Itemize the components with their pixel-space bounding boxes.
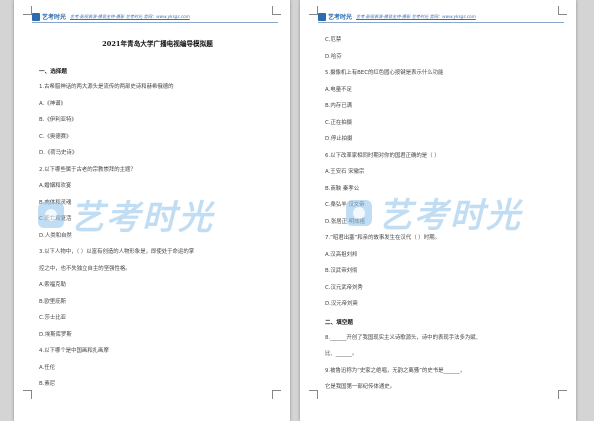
option-line: D.汉元帝刘奭 xyxy=(325,301,358,307)
page-content: C.厄禁 D.哈芬 5.摄像机上有BEC的红色圆心按键是表示什么功能 A.电量不… xyxy=(325,37,562,401)
option-line: C.《奥德赛》 xyxy=(39,133,72,140)
option-line: D.埃斯库罗斯 xyxy=(39,331,72,338)
option-line: B.素尼 xyxy=(39,381,56,387)
fill-question-line-continued: 它是我国第一部纪传体通史。 xyxy=(325,384,396,390)
fill-question-line-continued: 比、______。 xyxy=(325,351,358,357)
question-line: 3.以下人物中，（ ）以富有创造的人物形象是，即使处于命运的掌 xyxy=(39,249,195,255)
option-line: D.张居正 明成祖 xyxy=(325,218,365,225)
crop-mark-top-left xyxy=(309,6,318,15)
page-title: 2021年青岛大学广播电视编导模拟题 xyxy=(102,40,213,48)
option-line: B.《伊利亚特》 xyxy=(39,117,77,123)
option-line: C.死亡和复活 xyxy=(39,216,72,222)
option-line: A.索福克勒 xyxy=(39,282,66,288)
option-line: B.汉武帝刘彻 xyxy=(325,268,358,274)
option-line: D.人类和自然 xyxy=(39,232,72,239)
document-page-right: 艺考时光 艺考·影视表演·播音主持·摄影 艺考时光 官网：www.yksgs.c… xyxy=(300,0,576,421)
option-line: B.欧里庇斯 xyxy=(39,298,66,305)
document-page-left: 艺考时光 艺考·影视表演·播音主持·摄影 艺考时光 官网：www.yksgs.c… xyxy=(14,0,290,421)
option-line: B.内存已满 xyxy=(325,103,352,109)
header-logo-text: 艺考时光 xyxy=(328,14,353,21)
fill-question-line: 9.被鲁迅称为“史家之绝唱，无韵之离骚”的史书是______， xyxy=(325,367,466,374)
question-line: 2.以下哪些属于古老的宗教崇拜的主题？ xyxy=(39,166,136,173)
option-line: C.汉元武帝刘秀 xyxy=(325,284,363,291)
crop-mark-top-left xyxy=(23,6,32,15)
question-line: 5.摄像机上有BEC的红色圆心按键是表示什么功能 xyxy=(325,70,444,76)
header-info: 艺考·影视表演·播音主持·摄影 艺考时光 官网：www.yksgs.com xyxy=(70,13,190,19)
header-info: 艺考·影视表演·播音主持·摄影 艺考时光 官网：www.yksgs.com xyxy=(356,13,476,19)
option-line: A.汉高祖刘邦 xyxy=(325,251,358,258)
question-line: 7.“昭君出塞”和亲的故事发生在汉代（ ）时期。 xyxy=(325,235,440,241)
option-line: A.婚姻和欢宴 xyxy=(39,183,72,189)
page-header: 艺考时光 艺考·影视表演·播音主持·摄影 艺考时光 官网：www.yksgs.c… xyxy=(318,11,564,23)
option-line: C.厄禁 xyxy=(325,37,342,43)
section-heading: 二、填空题 xyxy=(325,319,353,326)
option-line: D.哈芬 xyxy=(325,53,342,60)
logo-icon xyxy=(318,12,326,21)
page-header: 艺考时光 艺考·影视表演·播音主持·摄影 艺考时光 官网：www.yksgs.c… xyxy=(32,11,278,23)
page-content: 2021年青岛大学广播电视编导模拟题 一、选择题 1.古希腊神话的两大源头是流传… xyxy=(39,38,276,398)
header-logo: 艺考时光 xyxy=(32,12,66,21)
option-line: C.正在拍摄 xyxy=(325,119,353,126)
fill-question-line: 8.______开创了我国现实主义诗歌源头，诗中的表现手法多为赋、 xyxy=(325,334,482,341)
question-line: 6.以下改革家相同时期对你的国君正确的是（ ） xyxy=(325,152,440,159)
logo-icon xyxy=(32,12,40,21)
question-line: 1.古希腊神话的两大源头是流传的两部史诗和赫希俄德的 xyxy=(39,84,174,90)
question-line-continued: 控之中，也不失独立自主的坚强性格。 xyxy=(39,265,131,272)
option-line: A.王安石 宋徽宗 xyxy=(325,169,365,175)
crop-mark-bottom-left xyxy=(23,390,32,399)
option-line: C.桑弘羊 汉文帝 xyxy=(325,202,365,208)
header-logo-text: 艺考时光 xyxy=(42,14,67,21)
section-heading: 一、选择题 xyxy=(39,69,67,75)
option-line: A.电量不足 xyxy=(325,86,352,93)
option-line: B.商鞅 秦孝公 xyxy=(325,185,360,192)
header-logo: 艺考时光 xyxy=(318,12,352,21)
option-line: A.《神谱》 xyxy=(39,100,66,107)
option-line: C.莎士比亚 xyxy=(39,315,67,321)
option-line: A.任伦 xyxy=(39,364,56,371)
option-line: B.肉体和灵魂 xyxy=(39,199,72,206)
question-line: 4.以下哪个是中国画和扎画摩 xyxy=(39,348,109,354)
crop-mark-bottom-left xyxy=(309,390,318,399)
option-line: D.停止拍摄 xyxy=(325,136,353,142)
option-line: D.《荷马史诗》 xyxy=(39,150,78,156)
